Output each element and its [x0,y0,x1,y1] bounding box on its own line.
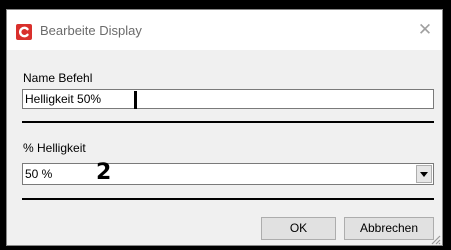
dropdown-arrow-button[interactable] [416,165,432,183]
separator-line [22,198,434,200]
ok-button[interactable]: OK [261,217,336,240]
chevron-down-icon [420,172,428,177]
close-button[interactable]: ✕ [414,20,436,40]
brightness-label: % Helligkeit [23,141,86,155]
window-title: Bearbeite Display [40,23,142,38]
dialog-window: Bearbeite Display ✕ Name Befehl % Hellig… [6,9,443,246]
brightness-dropdown[interactable]: 50 % [22,163,434,185]
separator-line [22,121,434,123]
text-cursor-marker [134,91,137,109]
cancel-button[interactable]: Abbrechen [344,217,434,240]
name-command-label: Name Befehl [23,71,93,85]
resize-grip-icon[interactable] [429,232,441,245]
title-bar[interactable]: Bearbeite Display ✕ [7,10,442,50]
brightness-selected-value: 50 % [25,167,53,181]
name-command-input[interactable] [22,89,434,109]
annotation-marker: 2 [96,160,112,185]
app-logo-icon [16,24,32,40]
